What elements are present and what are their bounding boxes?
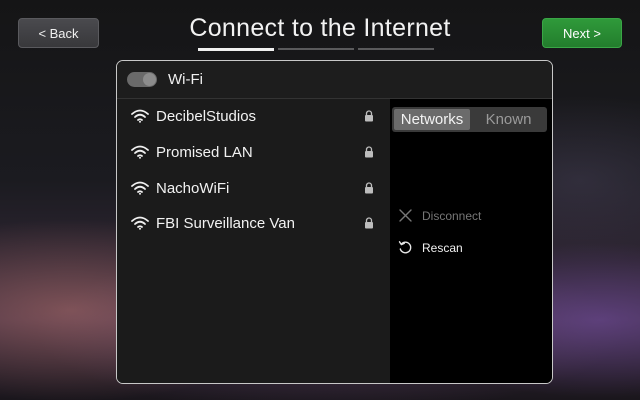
lock-icon	[365, 146, 373, 158]
tab-networks[interactable]: Networks	[394, 109, 470, 130]
disconnect-label: Disconnect	[422, 209, 482, 223]
network-name: DecibelStudios	[156, 108, 257, 125]
close-icon	[399, 209, 412, 222]
wifi-label: Wi-Fi	[168, 71, 203, 88]
progress-step-2	[278, 48, 354, 50]
wifi-icon	[131, 145, 149, 159]
wifi-panel: Wi-Fi DecibelStudios Promised LAN NachoW…	[116, 60, 553, 384]
network-tabs: Networks Known	[392, 107, 547, 132]
progress-step-3	[358, 48, 434, 50]
network-item[interactable]: NachoWiFi	[117, 171, 390, 205]
toggle-knob	[143, 73, 156, 86]
network-item[interactable]: Promised LAN	[117, 135, 390, 169]
network-item[interactable]: FBI Surveillance Van	[117, 206, 390, 240]
network-list: DecibelStudios Promised LAN NachoWiFi FB…	[117, 99, 390, 383]
lock-icon	[365, 110, 373, 122]
page-title: Connect to the Internet	[189, 14, 451, 42]
network-name: NachoWiFi	[156, 180, 230, 197]
progress-step-1	[198, 48, 274, 51]
back-button[interactable]: < Back	[18, 18, 99, 48]
wifi-icon	[131, 109, 149, 123]
network-side-panel: Networks Known Disconnect Rescan	[390, 99, 552, 383]
lock-icon	[365, 217, 373, 229]
wifi-header: Wi-Fi	[117, 61, 552, 99]
lock-icon	[365, 182, 373, 194]
network-name: FBI Surveillance Van	[156, 215, 295, 232]
network-name: Promised LAN	[156, 144, 253, 161]
wifi-toggle[interactable]	[127, 72, 157, 87]
next-button[interactable]: Next >	[542, 18, 622, 48]
wifi-icon	[131, 216, 149, 230]
rescan-label: Rescan	[422, 241, 463, 255]
network-item[interactable]: DecibelStudios	[117, 99, 390, 133]
refresh-icon	[398, 241, 412, 254]
wifi-icon	[131, 181, 149, 195]
tab-known[interactable]: Known	[472, 109, 545, 130]
step-progress	[198, 48, 436, 51]
